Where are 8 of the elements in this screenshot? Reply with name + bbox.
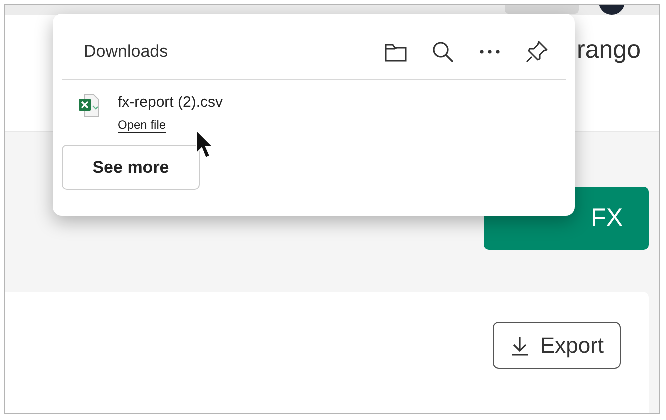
open-file-link[interactable]: Open file (118, 118, 166, 133)
spreadsheet-icon (78, 94, 100, 118)
page-heading: rango (577, 36, 641, 64)
export-button[interactable]: Export (493, 322, 621, 369)
see-more-button[interactable]: See more (62, 145, 200, 190)
download-icon (510, 334, 530, 356)
panel-title: Downloads (84, 40, 170, 62)
file-name: fx-report (2).csv (118, 94, 224, 111)
